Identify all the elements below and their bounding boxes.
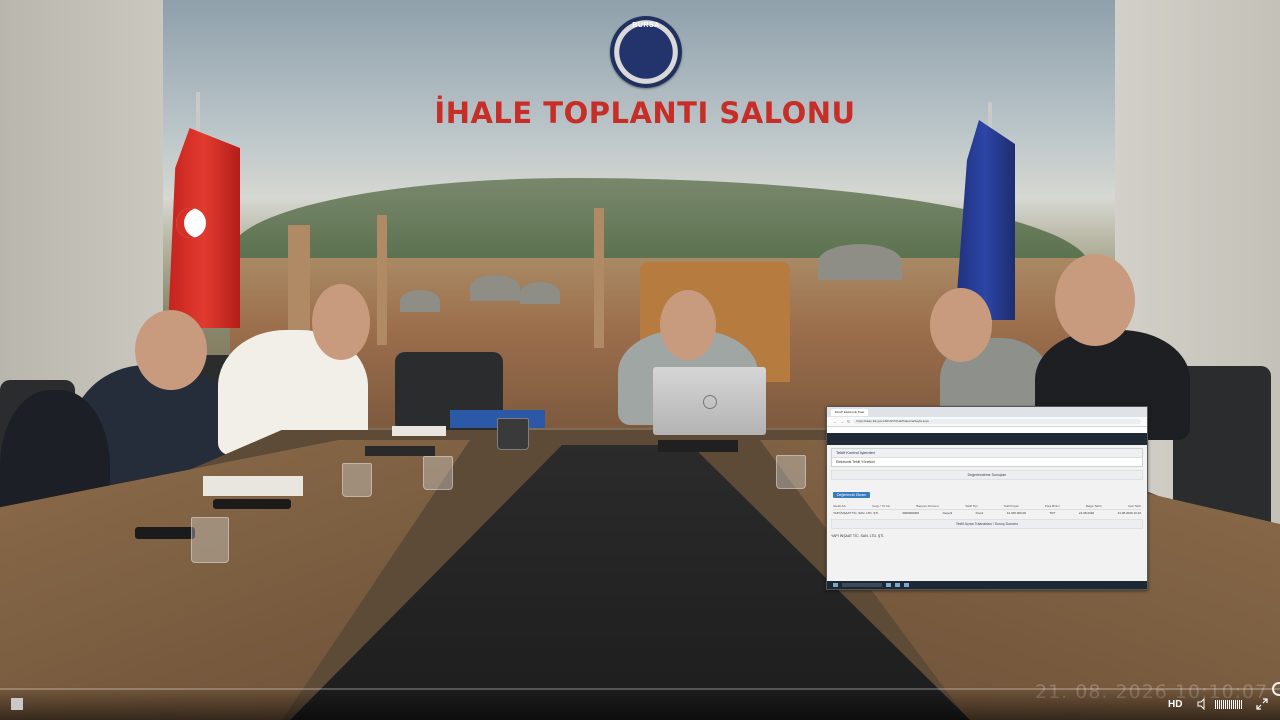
site-navbar (827, 433, 1147, 445)
windows-taskbar (827, 581, 1147, 589)
player-controls (0, 686, 1280, 720)
reload-icon[interactable]: ↻ (847, 419, 850, 424)
phone (213, 499, 291, 509)
evaluate-button[interactable]: Değerlendir Ekranı (833, 492, 871, 498)
footer-row[interactable]: YAPI İNŞAAT TİC. SAN. LTD. ŞTİ. (827, 532, 1147, 540)
volume-icon[interactable] (1197, 698, 1209, 710)
browser-address-row: ← → ↻ https://ekap.kik.gov.tr/EKAP/Ortak… (827, 417, 1147, 427)
table-header: Vergi / TC No (872, 504, 891, 508)
table-header: Açık Tarih (1127, 504, 1141, 508)
keyboard (658, 440, 738, 452)
water-glass (191, 517, 229, 563)
table-cell: 21.08.2026 (1079, 511, 1095, 515)
pen-holder (497, 418, 529, 450)
table-header: Teklif Tipi (965, 504, 978, 508)
mural-dome (470, 275, 520, 301)
scrubber-handle[interactable] (1272, 682, 1280, 696)
taskbar-search[interactable] (842, 583, 882, 587)
table-cell: Geçerli (942, 511, 953, 515)
mural-dome (400, 290, 440, 312)
person-3-head (660, 290, 716, 360)
water-glass (423, 456, 453, 490)
table-cell: YAPI İNŞAAT TİC. SAN. LTD. ŞTİ. (833, 511, 879, 515)
turkish-flag (168, 128, 240, 328)
banner-title: İHALE TOPLANTI SALONU (434, 96, 856, 130)
stop-button[interactable] (11, 698, 23, 710)
teklif-panel: Teklif Kontrol İşlemleri Elektronik Tekl… (831, 448, 1143, 467)
calculator (365, 446, 435, 456)
table-header: Teklif Fiyatı (1003, 504, 1019, 508)
bids-table: İstekli Adı Vergi / TC No Başvuru Durumu… (833, 503, 1141, 516)
table-header: Başvuru Durumu (916, 504, 939, 508)
mural-minaret (377, 215, 387, 345)
results-band: Değerlendirme Sonuçları (831, 470, 1143, 480)
water-glass (342, 463, 372, 497)
table-cell: 0000000000 (902, 511, 919, 515)
taskbar-app-icon[interactable] (904, 583, 909, 587)
address-bar[interactable]: https://ekap.kik.gov.tr/EKAP/Ortak/Ihale… (853, 419, 1141, 424)
water-glass (776, 455, 806, 489)
table-header: Belge Tarihi (1085, 504, 1102, 508)
table-cell: Kısmi (975, 511, 984, 515)
forward-icon[interactable]: → (840, 419, 844, 424)
table-cell: 21.08.2026 10:10 (1117, 511, 1141, 515)
table-header: Para Birimi (1045, 504, 1060, 508)
screen-share-inset[interactable]: EKAP Elektronik İhale ← → ↻ https://ekap… (826, 406, 1148, 590)
phone (135, 527, 195, 539)
municipality-logo: BURSA (610, 16, 682, 88)
laptop (653, 367, 766, 435)
browser-tab[interactable]: EKAP Elektronik İhale (831, 408, 869, 416)
tutanak-band: Teklif Açma Tutanakları / Sonuç Durumu (831, 519, 1143, 529)
back-icon[interactable]: ← (833, 419, 837, 424)
panel-subtitle: Elektronik Teklif Yönetimi (836, 460, 875, 464)
fullscreen-icon[interactable] (1256, 698, 1268, 710)
table-header-row: İstekli Adı Vergi / TC No Başvuru Durumu… (833, 503, 1141, 510)
logo-text: BURSA (632, 22, 660, 29)
mural-dome (818, 244, 902, 280)
taskbar-app-icon[interactable] (895, 583, 900, 587)
person-1-head (135, 310, 207, 390)
volume-slider[interactable] (1215, 700, 1242, 709)
document (392, 426, 446, 436)
person-5-head (1055, 254, 1135, 346)
progress-bar[interactable] (0, 688, 1280, 690)
mural-dome (520, 282, 560, 304)
table-row[interactable]: YAPI İNŞAAT TİC. SAN. LTD. ŞTİ. 00000000… (833, 510, 1141, 516)
table-cell: 12.345.000,00 (1006, 511, 1026, 515)
mural-minaret (594, 208, 604, 348)
table-header: İstekli Adı (833, 504, 846, 508)
taskbar-app-icon[interactable] (886, 583, 891, 587)
person-2-head (312, 284, 370, 360)
browser-tabbar: EKAP Elektronik İhale (827, 407, 1147, 417)
video-player[interactable]: BURSA İHALE TOPLANTI SALONU EKAP Elektro… (0, 0, 1280, 720)
document-stack (203, 476, 303, 496)
start-icon[interactable] (833, 583, 838, 587)
mural-clock-tower (288, 225, 310, 335)
panel-title: Teklif Kontrol İşlemleri (832, 449, 1142, 458)
person-4-head (930, 288, 992, 362)
table-cell: TRY (1049, 511, 1056, 515)
hd-quality-button[interactable]: HD (1168, 699, 1182, 710)
